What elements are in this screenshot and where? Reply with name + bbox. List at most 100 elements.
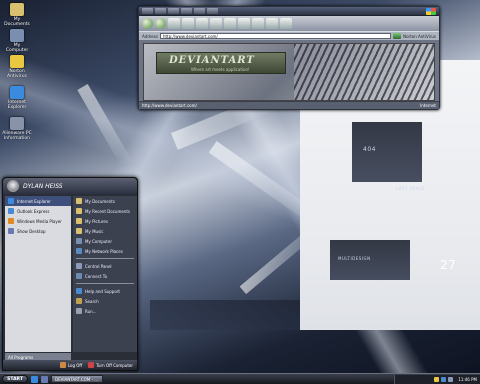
wallpaper-label: 27 <box>440 258 457 272</box>
divider <box>76 283 134 284</box>
status-text: http://www.deviantart.com/ <box>142 103 197 108</box>
wallpaper-label: LAST SPACE <box>396 186 425 191</box>
browser-menubar <box>139 7 439 16</box>
log-off-icon <box>59 362 66 368</box>
alienware-icon <box>10 117 24 130</box>
start-menu: DYLAN HEISS Internet Explorer Outlook Ex… <box>2 177 138 371</box>
divider <box>76 258 134 259</box>
places-item-search[interactable]: Search <box>73 296 137 306</box>
network-icon <box>76 248 82 254</box>
desktop-icon-my-computer[interactable]: My Computer <box>2 29 32 53</box>
places-item-connect-to[interactable]: Connect To <box>73 271 137 281</box>
stop-icon[interactable] <box>168 18 180 29</box>
run-icon <box>76 308 82 314</box>
places-item-recent-documents[interactable]: My Recent Documents <box>73 206 137 216</box>
log-off-button[interactable]: Log Off <box>59 362 82 368</box>
pinned-item-show-desktop[interactable]: Show Desktop <box>5 226 71 236</box>
home-icon[interactable] <box>196 18 208 29</box>
places-item-label: Connect To <box>85 273 108 279</box>
places-item-label: My Computer <box>85 238 112 244</box>
username: DYLAN HEISS <box>23 182 63 190</box>
places-item-run[interactable]: Run... <box>73 306 137 316</box>
internet-explorer-icon <box>8 198 14 204</box>
folder-icon <box>76 218 82 224</box>
deviantart-banner[interactable]: DEVIANTART Where art meets application! <box>156 52 286 74</box>
links-label[interactable]: Norton AntiVirus <box>403 34 436 39</box>
clock[interactable]: 11:46 PM <box>458 377 477 382</box>
places-item-label: Run... <box>85 308 97 314</box>
places-item-label: Search <box>85 298 99 304</box>
folder-icon <box>76 198 82 204</box>
places-item-control-panel[interactable]: Control Panel <box>73 261 137 271</box>
places-item-label: Help and Support <box>85 288 120 294</box>
quicklaunch-desktop-icon[interactable] <box>41 375 48 383</box>
browser-window[interactable]: Address http://www.deviantart.com/ Norto… <box>138 6 440 110</box>
places-item-network-places[interactable]: My Network Places <box>73 246 137 256</box>
network-tray-icon[interactable] <box>441 376 447 382</box>
pinned-item-label: Outlook Express <box>17 208 50 214</box>
places-item-label: My Pictures <box>85 218 108 224</box>
taskbar-button-browser[interactable]: DEVIANTART.COM - ... <box>51 375 103 383</box>
desktop-icon-label: My Computer <box>5 43 29 53</box>
media-icon[interactable] <box>238 18 250 29</box>
desktop-icon-label: Alienware PC Information <box>2 131 32 141</box>
norton-tray-icon[interactable] <box>434 376 440 382</box>
places-item-my-documents[interactable]: My Documents <box>73 196 137 206</box>
places-item-label: Control Panel <box>85 263 112 269</box>
places-item-help[interactable]: Help and Support <box>73 286 137 296</box>
norton-icon <box>10 55 24 68</box>
volume-icon[interactable] <box>448 376 454 382</box>
pinned-item-media-player[interactable]: Windows Media Player <box>5 216 71 226</box>
address-bar: Address http://www.deviantart.com/ Norto… <box>139 31 439 40</box>
pinned-item-label: Internet Explorer <box>17 198 51 204</box>
forward-icon[interactable] <box>155 18 166 29</box>
desktop-icon-my-documents[interactable]: My Documents <box>2 3 32 27</box>
mail-icon[interactable] <box>266 18 278 29</box>
start-menu-header: DYLAN HEISS <box>3 178 137 194</box>
folder-icon <box>76 208 82 214</box>
menu-edit[interactable] <box>155 8 166 14</box>
turn-off-button[interactable]: Turn Off Computer <box>88 362 133 368</box>
menu-help[interactable] <box>207 8 218 14</box>
avatar[interactable] <box>7 180 19 192</box>
media-player-icon <box>8 218 14 224</box>
status-bar: http://www.deviantart.com/ Internet <box>139 101 439 109</box>
print-icon[interactable] <box>280 18 292 29</box>
url-input[interactable]: http://www.deviantart.com/ <box>159 33 392 39</box>
desktop-icon-norton[interactable]: Norton Antivirus <box>2 55 32 79</box>
menu-tools[interactable] <box>194 8 205 14</box>
folder-icon <box>10 3 24 16</box>
search-icon[interactable] <box>210 18 222 29</box>
refresh-icon[interactable] <box>182 18 194 29</box>
places-item-my-computer[interactable]: My Computer <box>73 236 137 246</box>
turn-off-label: Turn Off Computer <box>96 362 133 368</box>
connect-icon <box>76 273 82 279</box>
pinned-item-internet-explorer[interactable]: Internet Explorer <box>5 196 71 206</box>
start-menu-footer: Log Off Turn Off Computer <box>3 360 137 370</box>
places-item-label: My Music <box>85 228 104 234</box>
search-icon <box>76 298 82 304</box>
quicklaunch-ie-icon[interactable] <box>31 375 38 383</box>
places-item-my-music[interactable]: My Music <box>73 226 137 236</box>
folder-icon <box>76 228 82 234</box>
desktop-icon-label: My Documents <box>4 17 30 27</box>
pinned-programs: Internet Explorer Outlook Express Window… <box>5 196 71 352</box>
back-icon[interactable] <box>142 18 153 29</box>
power-icon <box>88 362 95 368</box>
favorites-icon[interactable] <box>224 18 236 29</box>
places-item-my-pictures[interactable]: My Pictures <box>73 216 137 226</box>
browser-content[interactable]: DEVIANTART Where art meets application! <box>143 43 435 101</box>
pinned-item-outlook-express[interactable]: Outlook Express <box>5 206 71 216</box>
menu-favorites[interactable] <box>181 8 192 14</box>
start-button[interactable]: START <box>2 375 28 383</box>
desktop-icon-alienware[interactable]: Alienware PC Information <box>2 117 32 141</box>
desktop-icon-internet-explorer[interactable]: Internet Explorer <box>2 86 32 110</box>
go-button[interactable] <box>393 33 402 39</box>
places-list: My Documents My Recent Documents My Pict… <box>73 196 137 352</box>
windows-logo-icon <box>426 7 436 15</box>
menu-file[interactable] <box>142 8 153 14</box>
history-icon[interactable] <box>252 18 264 29</box>
desktop: 404 LAST SPACE MULTIDESIGN 27 My Documen… <box>0 0 480 384</box>
pinned-item-label: Show Desktop <box>17 228 46 234</box>
menu-view[interactable] <box>168 8 179 14</box>
